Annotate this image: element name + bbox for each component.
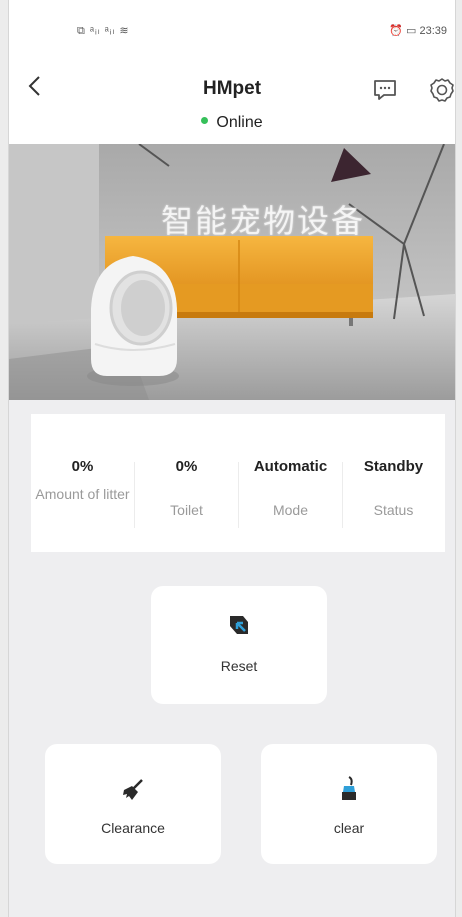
clearance-label: Clearance [101, 820, 165, 836]
settings-button[interactable] [428, 76, 455, 104]
status-bar: ⧉ ᵃᵢₗ ᵃᵢₗ ≋ ⏰ ▭ 23:39 [9, 0, 455, 44]
banner-overlay-text: 智能宠物设备 [161, 202, 366, 240]
stat-label: Status [373, 502, 414, 518]
reset-label: Reset [220, 658, 258, 674]
stat-label: Toilet [170, 502, 203, 518]
stat-value: 0% [175, 458, 198, 475]
reset-button[interactable]: Reset [151, 586, 327, 704]
stats-panel: 0% Amount of litter 0% Toilet Automatic … [31, 414, 445, 552]
stat-value: Automatic [253, 458, 328, 475]
broom-icon [45, 778, 221, 807]
reset-icon [151, 614, 327, 641]
device-screen: ⧉ ᵃᵢₗ ᵃᵢₗ ≋ ⏰ ▭ 23:39 HMpet Online 智能宠物设… [8, 0, 456, 917]
stat-value: 0% [71, 458, 94, 475]
sweep-icon [261, 776, 437, 807]
clear-label: clear [333, 820, 365, 836]
stat-status: Standby Status [342, 414, 445, 552]
status-icons-right: ⏰ ▭ 23:39 [389, 25, 447, 37]
online-label: Online [216, 114, 263, 131]
app-header: HMpet Online [9, 44, 455, 144]
stat-toilet: 0% Toilet [135, 414, 238, 552]
room-illustration [9, 144, 455, 400]
stat-label: Mode [272, 502, 309, 518]
stat-label: Amount of litter [35, 486, 130, 502]
clearance-button[interactable]: Clearance [45, 744, 221, 864]
status-icons-left: ⧉ ᵃᵢₗ ᵃᵢₗ ≋ [77, 25, 130, 37]
stat-amount-of-litter: 0% Amount of litter [31, 414, 134, 552]
stat-mode: Automatic Mode [239, 414, 342, 552]
message-icon [374, 80, 396, 100]
product-banner-image: 智能宠物设备 [9, 144, 455, 400]
online-status: Online [9, 114, 455, 132]
message-button[interactable] [372, 78, 398, 102]
gear-icon [430, 78, 454, 102]
stat-value: Standby [363, 458, 424, 475]
online-dot-icon [201, 117, 209, 125]
clear-button[interactable]: clear [261, 744, 437, 864]
